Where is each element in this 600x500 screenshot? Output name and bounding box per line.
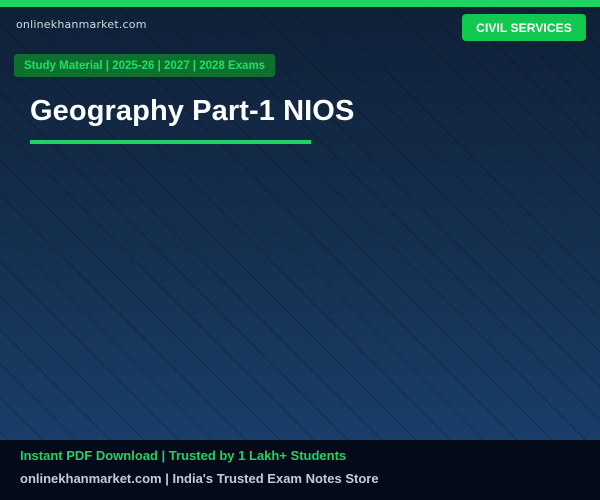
page-title: Geography Part-1 NIOS [30,95,355,127]
top-accent-stripe [0,0,600,7]
product-banner: onlinekhanmarket.com CIVIL SERVICES Stud… [0,0,600,500]
title-underline [30,140,311,144]
footer-store-text: onlinekhanmarket.com | India's Trusted E… [20,471,379,486]
footer-bar: Instant PDF Download | Trusted by 1 Lakh… [0,440,600,500]
footer-promo-text: Instant PDF Download | Trusted by 1 Lakh… [20,448,347,463]
tagline-badge: Study Material | 2025-26 | 2027 | 2028 E… [14,54,276,77]
site-name: onlinekhanmarket.com [16,18,147,31]
category-badge: CIVIL SERVICES [462,14,586,41]
